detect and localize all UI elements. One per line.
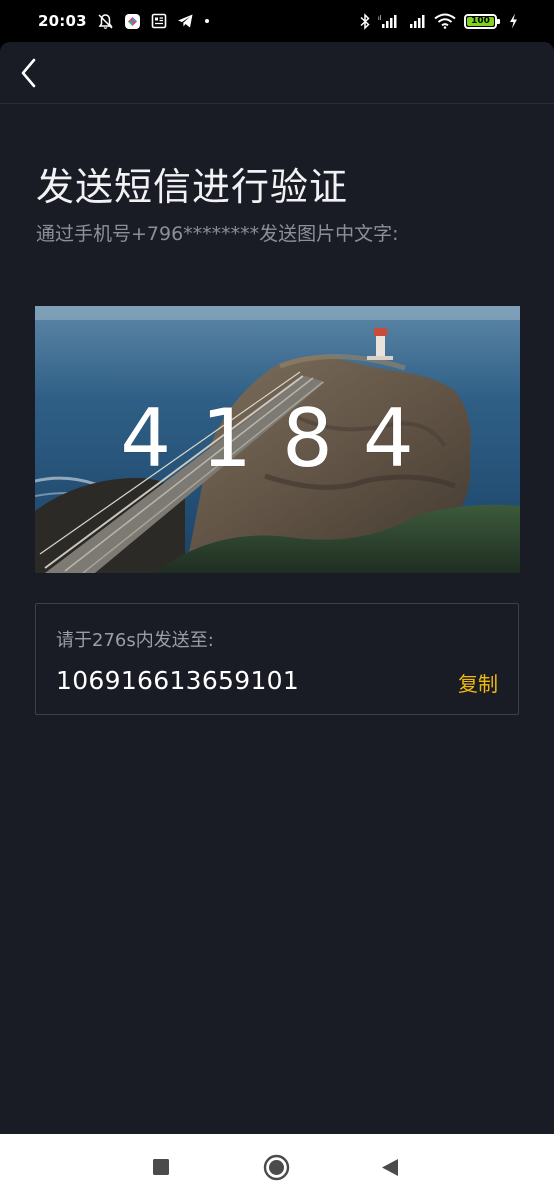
telegram-icon (177, 13, 194, 29)
back-button[interactable] (20, 55, 48, 91)
system-back-button[interactable] (381, 1158, 399, 1177)
destination-number: 106916613659101 (56, 666, 300, 695)
circle-home-icon (263, 1154, 290, 1181)
battery-level: 100 (467, 16, 494, 26)
app-logo-icon (124, 13, 141, 30)
charging-icon (509, 13, 518, 29)
bluetooth-icon (360, 12, 370, 30)
captcha-code: 4184 (120, 392, 444, 485)
recents-button[interactable] (152, 1158, 170, 1176)
home-button[interactable] (263, 1154, 290, 1181)
captcha-image: 4184 (35, 306, 520, 573)
signal-icon: ıl (378, 14, 398, 29)
triangle-back-icon (382, 1159, 398, 1176)
page-title: 发送短信进行验证 (36, 165, 349, 209)
wifi-icon (434, 13, 456, 29)
square-recents-icon (153, 1159, 169, 1175)
battery-icon: 100 (464, 13, 500, 29)
svg-text:ıl: ıl (378, 15, 382, 22)
news-icon (151, 13, 167, 29)
signal-icon (406, 14, 426, 29)
send-deadline-label: 请于276s内发送至: (56, 630, 214, 651)
send-info-box: 请于276s内发送至: 106916613659101 复制 (35, 603, 519, 715)
app-screen: 发送短信进行验证 通过手机号+796********发送图片中文字: 4184 … (0, 42, 554, 1134)
clock: 20:03 (38, 12, 87, 30)
muted-bell-icon (97, 13, 114, 30)
page-subtitle: 通过手机号+796********发送图片中文字: (36, 223, 399, 245)
status-bar: 20:03 ıl 100 (0, 0, 554, 42)
chevron-left-icon (21, 58, 36, 87)
top-nav (0, 42, 554, 104)
dot-icon (204, 18, 210, 24)
copy-button[interactable]: 复制 (458, 668, 498, 697)
system-nav-bar (0, 1134, 554, 1200)
